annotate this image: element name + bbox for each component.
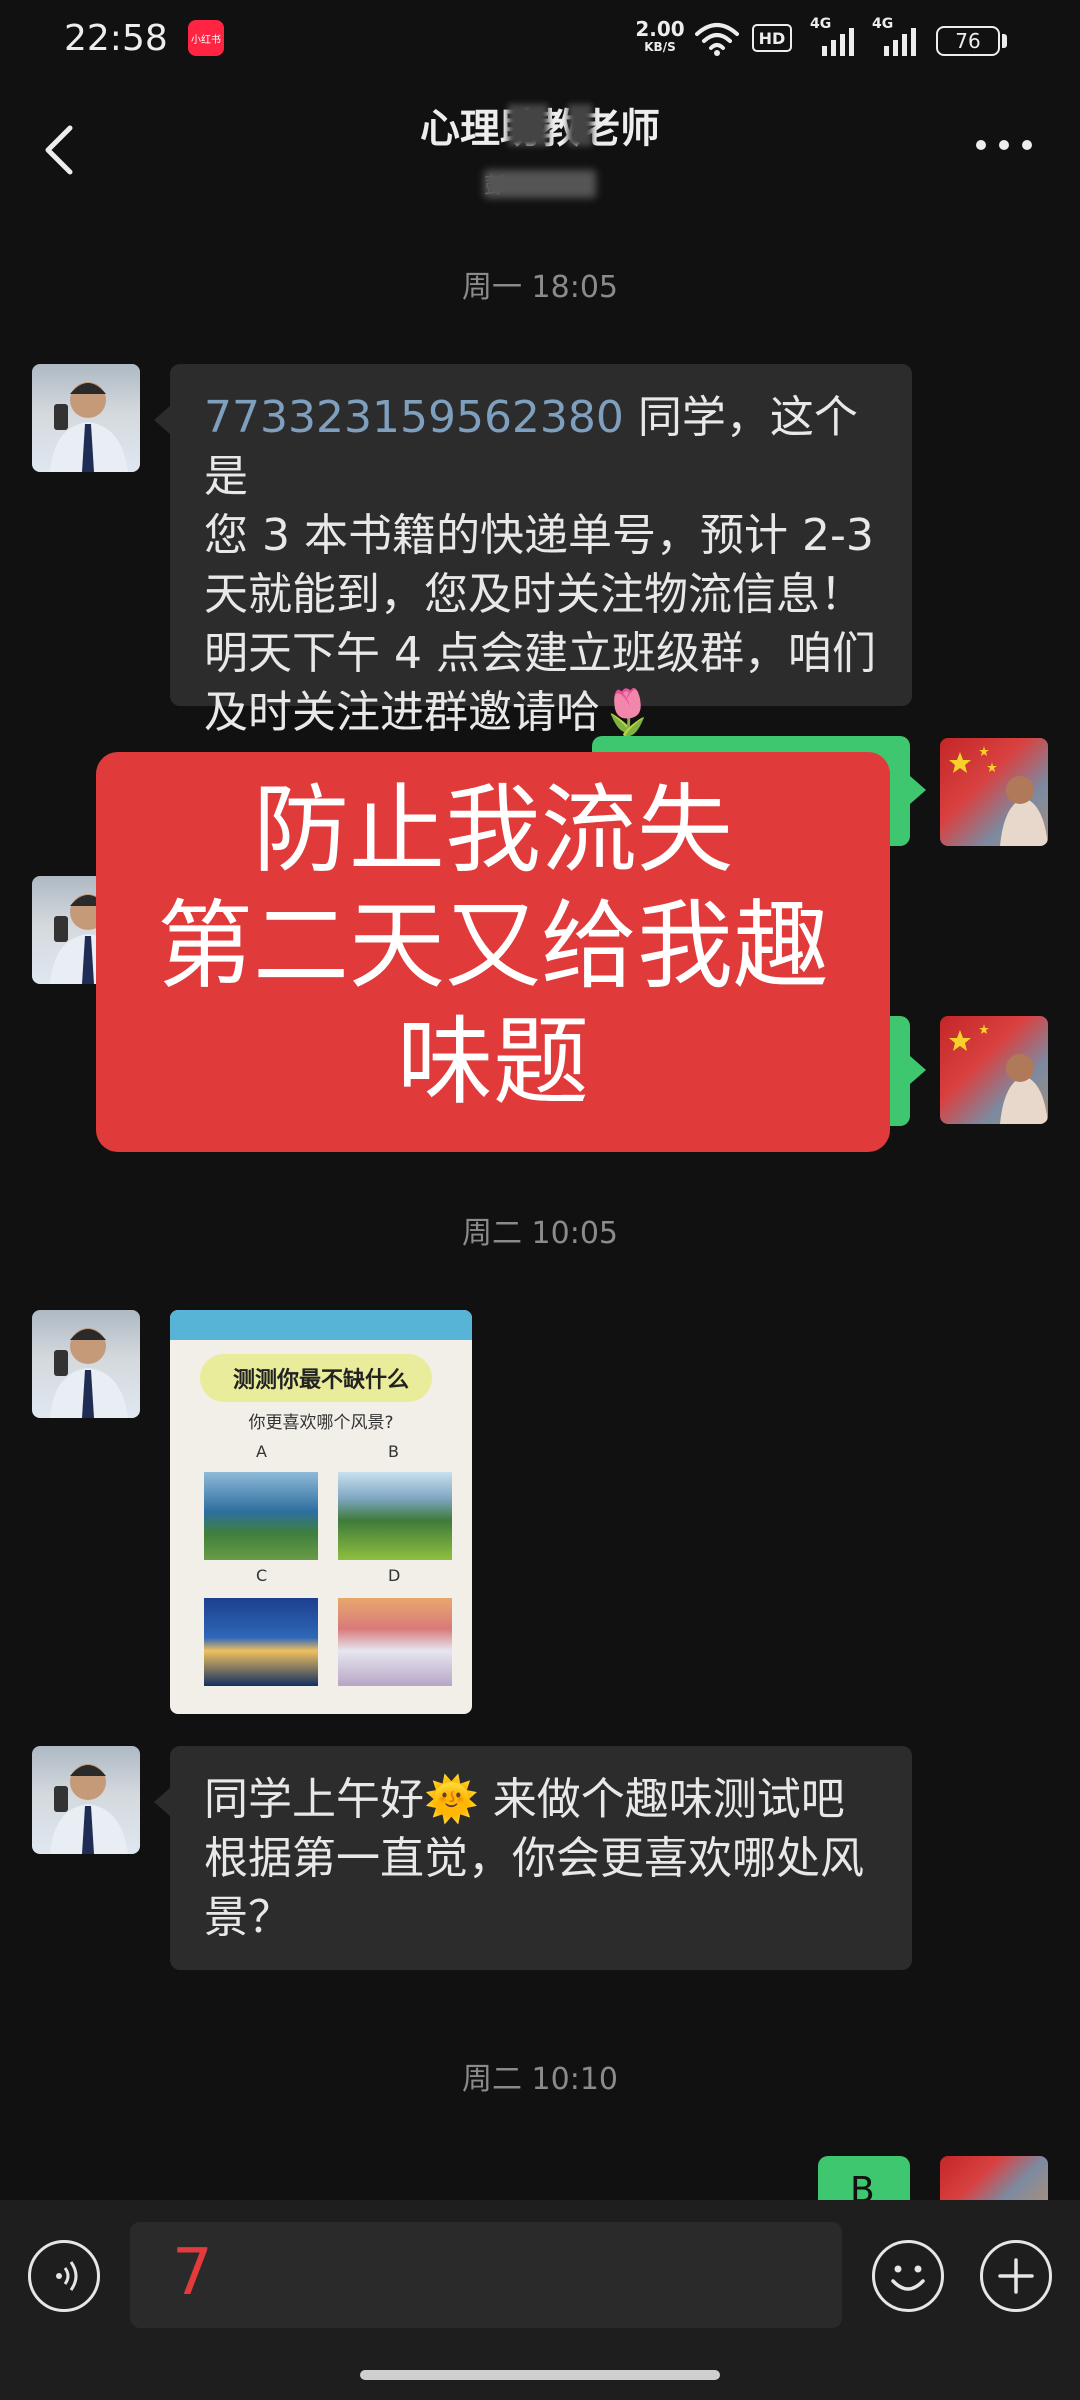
bubble-tail — [154, 1788, 170, 1816]
more-icon[interactable] — [976, 140, 1032, 154]
my-avatar[interactable] — [940, 2156, 1048, 2200]
xiaohongshu-app-icon: 小红书 — [188, 20, 224, 56]
wifi-icon — [695, 23, 739, 56]
outgoing-bubble-tail — [910, 776, 926, 804]
plus-icon — [998, 2258, 1034, 2294]
hd-voice-icon: HD — [752, 24, 792, 52]
message-line: 明天下午 4 点会建立班级群，咱们 — [204, 628, 876, 679]
option-b-hills-image — [338, 1472, 452, 1560]
message-line: 天就能到，您及时关注物流信息！ — [204, 569, 864, 620]
quiz-question: 你更喜欢哪个风景? — [248, 1413, 394, 1433]
status-bar: 22:58 小红书 2.00 KB/S HD 4G 4G 76 — [0, 0, 1080, 84]
bubble-tail — [154, 406, 170, 434]
timestamp: 周二 10:05 — [462, 1216, 618, 1251]
title-blur-mask — [508, 104, 548, 146]
network-speed-value: 2.00 — [635, 17, 685, 41]
my-avatar-image — [949, 1024, 1048, 1124]
battery-icon: 76 — [936, 26, 1000, 56]
caption-line: 第二天又给我趣 — [157, 890, 829, 1002]
message-line: 773323159562380 同学，这个是 — [204, 388, 878, 506]
timestamp: 周二 10:10 — [462, 2062, 618, 2097]
message-line: 及时关注进群邀请哈🌷 — [204, 687, 655, 738]
option-label: B — [388, 1442, 399, 1461]
status-time: 22:58 — [64, 18, 168, 59]
teacher-avatar-image — [50, 382, 128, 472]
option-a-lake-image — [204, 1472, 318, 1560]
emoji-button[interactable] — [872, 2240, 944, 2312]
quiz-image-message[interactable]: 测测你最不缺什么 你更喜欢哪个风景? A B C D — [170, 1310, 472, 1714]
outgoing-bubble-partial[interactable]: B — [818, 2156, 910, 2204]
message-line: 根据第一直觉，你会更喜欢哪处风 — [204, 1833, 864, 1884]
teacher-avatar-image — [50, 1328, 128, 1418]
home-indicator[interactable] — [360, 2370, 720, 2380]
my-avatar[interactable] — [940, 1016, 1048, 1124]
signal-2-icon: 4G — [872, 16, 918, 56]
message-bubble-quiz-intro[interactable]: 同学上午好🌞 来做个趣味测试吧 根据第一直觉，你会更喜欢哪处风 景？ — [170, 1746, 912, 1970]
option-label: D — [388, 1566, 401, 1585]
message-line: 您 3 本书籍的快递单号，预计 2-3 — [204, 510, 874, 561]
option-label: A — [256, 1442, 267, 1461]
message-line: 同学上午好🌞 来做个趣味测试吧 — [204, 1774, 845, 1825]
tracking-number[interactable]: 773323159562380 — [204, 392, 624, 443]
message-input-value[interactable]: 7 — [172, 2236, 213, 2310]
voice-input-button[interactable] — [28, 2240, 100, 2312]
message-bubble-tracking[interactable]: 773323159562380 同学，这个是 您 3 本书籍的快递单号，预计 2… — [170, 364, 912, 738]
message-input[interactable] — [130, 2222, 842, 2328]
quiz-top-band — [170, 1310, 472, 1340]
teacher-avatar[interactable] — [32, 1310, 140, 1418]
caption-line: 防止我流失 — [253, 774, 733, 886]
outgoing-partial-text: B — [850, 2170, 875, 2204]
quiz-title: 测测你最不缺什么 — [232, 1368, 409, 1393]
caption-line: 味题 — [397, 1006, 589, 1118]
battery-tip — [1002, 34, 1007, 48]
teacher-avatar-image — [50, 1764, 128, 1854]
my-avatar-image — [949, 746, 1048, 846]
network-speed: 2.00 KB/S — [632, 17, 688, 56]
my-avatar[interactable] — [940, 738, 1048, 846]
option-d-snow-road-image — [338, 1598, 452, 1686]
teacher-avatar[interactable] — [32, 1746, 140, 1854]
title-blur-mask-2 — [568, 104, 592, 146]
emoji-icon — [891, 2265, 925, 2291]
teacher-avatar[interactable] — [32, 364, 140, 472]
caption-overlay: 防止我流失 第二天又给我趣 味题 — [96, 752, 890, 1152]
subtitle-blur-mask — [484, 170, 596, 198]
voice-icon — [56, 2261, 78, 2291]
more-functions-button[interactable] — [980, 2240, 1052, 2312]
option-c-night-lake-image — [204, 1598, 318, 1686]
timestamp: 周一 18:05 — [462, 270, 618, 305]
signal-1-icon: 4G — [810, 16, 856, 56]
message-line: 景？ — [204, 1892, 292, 1943]
outgoing-bubble-tail — [910, 1056, 926, 1084]
option-label: C — [256, 1566, 268, 1585]
